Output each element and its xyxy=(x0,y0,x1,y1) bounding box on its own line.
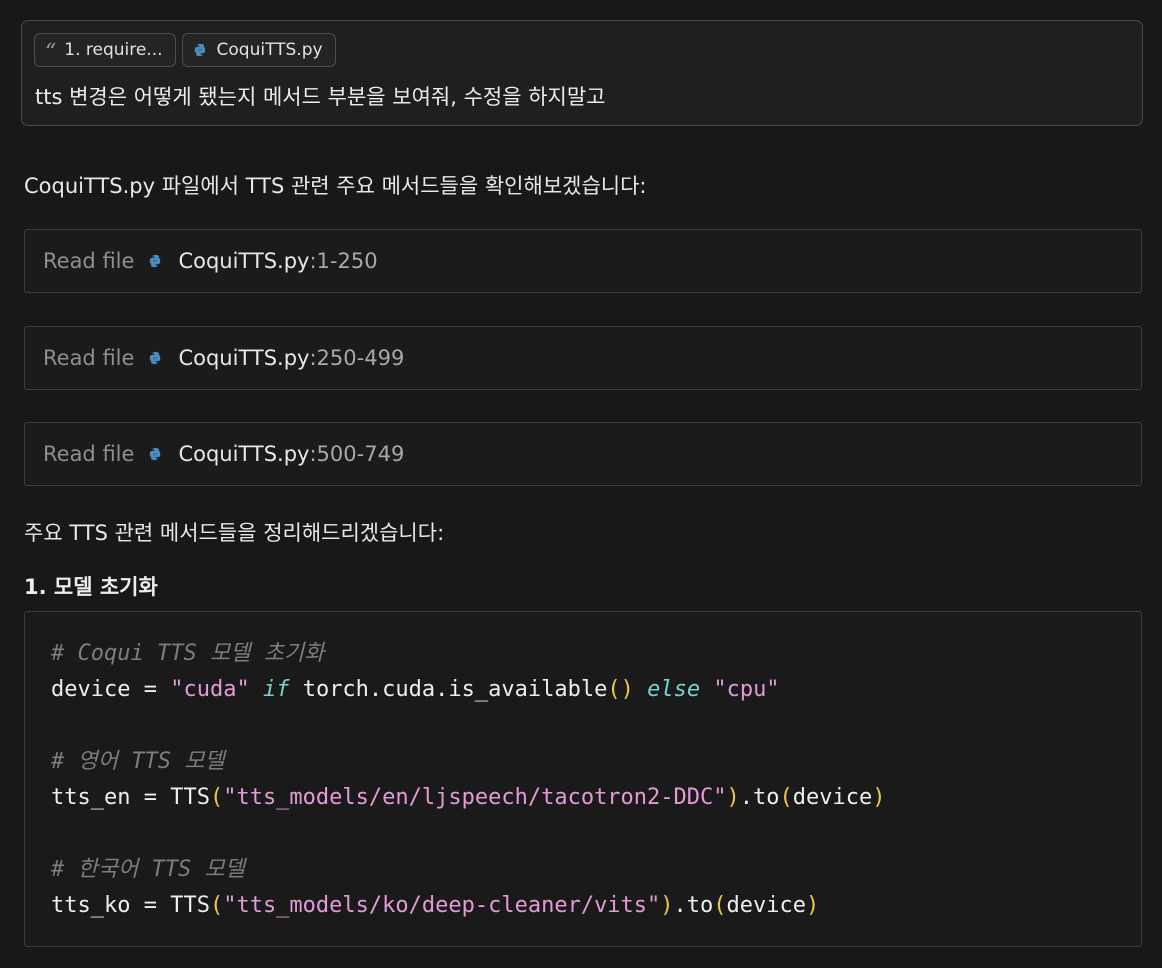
code-string: "cpu" xyxy=(713,677,780,702)
read-file-range: :1-250 xyxy=(309,249,378,273)
read-file-item-3[interactable]: Read file CoquiTTS.py:500-749 xyxy=(24,422,1142,486)
code-line: # 한국어 TTS 모델 xyxy=(51,852,1141,888)
user-message: “ 1. require... CoquiTTS.py tts 변경은 어떻게 … xyxy=(21,20,1143,126)
read-file-label: Read file xyxy=(43,346,135,370)
code-paren: () xyxy=(607,677,634,702)
code-line: # Coqui TTS 모델 초기화 xyxy=(51,636,1141,672)
context-chip-coquitts[interactable]: CoquiTTS.py xyxy=(181,33,336,67)
code-paren: ) xyxy=(872,785,886,810)
read-file-label: Read file xyxy=(43,442,135,466)
python-file-icon xyxy=(150,447,161,461)
read-file-range: :500-749 xyxy=(309,442,405,466)
code-string: "tts_models/ko/deep-cleaner/vits" xyxy=(223,893,661,918)
code-text: tts_ko = TTS xyxy=(51,893,210,918)
code-paren: ) xyxy=(726,785,740,810)
code-paren: ) xyxy=(660,893,674,918)
read-file-name: CoquiTTS.py xyxy=(178,249,310,273)
quote-icon: “ xyxy=(45,40,57,65)
code-paren: ( xyxy=(779,785,793,810)
code-paren: ( xyxy=(209,893,224,918)
python-file-icon xyxy=(150,254,161,268)
code-comment: # 영어 TTS 모델 xyxy=(51,749,225,774)
chip-label: CoquiTTS.py xyxy=(216,40,323,60)
code-line: # 영어 TTS 모델 xyxy=(51,744,1141,780)
code-line: tts_ko = TTS("tts_models/ko/deep-cleaner… xyxy=(51,888,1141,924)
code-block[interactable]: # Coqui TTS 모델 초기화 device = "cuda" if to… xyxy=(24,611,1142,947)
assistant-summary-text: 주요 TTS 관련 메서드들을 정리해드리겠습니다: xyxy=(24,521,445,545)
code-line: device = "cuda" if torch.cuda.is_availab… xyxy=(51,672,1141,708)
read-file-range: :250-499 xyxy=(309,346,405,370)
code-string: "cuda" xyxy=(170,677,250,702)
code-paren: ) xyxy=(806,893,820,918)
context-chip-requirements[interactable]: “ 1. require... xyxy=(34,33,176,67)
assistant-intro-text: CoquiTTS.py 파일에서 TTS 관련 주요 메서드들을 확인해보겠습니… xyxy=(24,174,647,198)
code-text: device xyxy=(792,785,873,810)
code-text: device xyxy=(726,893,807,918)
code-paren: ( xyxy=(209,785,224,810)
read-file-label: Read file xyxy=(43,249,135,273)
section-heading: 1. 모델 초기화 xyxy=(24,575,158,599)
read-file-name: CoquiTTS.py xyxy=(178,346,310,370)
code-comment: # Coqui TTS 모델 초기화 xyxy=(51,641,325,666)
code-keyword: if xyxy=(262,677,290,702)
context-chips: “ 1. require... CoquiTTS.py xyxy=(34,33,336,67)
python-file-icon xyxy=(150,351,161,365)
code-text: .to xyxy=(673,893,714,918)
read-file-item-1[interactable]: Read file CoquiTTS.py:1-250 xyxy=(24,229,1142,293)
code-keyword: else xyxy=(647,677,701,702)
code-text: torch.cuda.is_available xyxy=(289,677,608,702)
python-file-icon xyxy=(194,43,205,57)
chip-label: 1. require... xyxy=(64,40,163,60)
code-comment: # 한국어 TTS 모델 xyxy=(51,857,245,882)
read-file-item-2[interactable]: Read file CoquiTTS.py:250-499 xyxy=(24,326,1142,390)
code-text: tts_en = TTS xyxy=(51,785,210,810)
code-paren: ( xyxy=(713,893,727,918)
code-line: tts_en = TTS("tts_models/en/ljspeech/tac… xyxy=(51,780,1141,816)
read-file-name: CoquiTTS.py xyxy=(178,442,310,466)
user-message-text: tts 변경은 어떻게 됐는지 메서드 부분을 보여줘, 수정을 하지말고 xyxy=(35,85,606,109)
code-string: "tts_models/en/ljspeech/tacotron2-DDC" xyxy=(223,785,727,810)
code-text: .to xyxy=(739,785,780,810)
code-text: device = xyxy=(51,677,171,702)
